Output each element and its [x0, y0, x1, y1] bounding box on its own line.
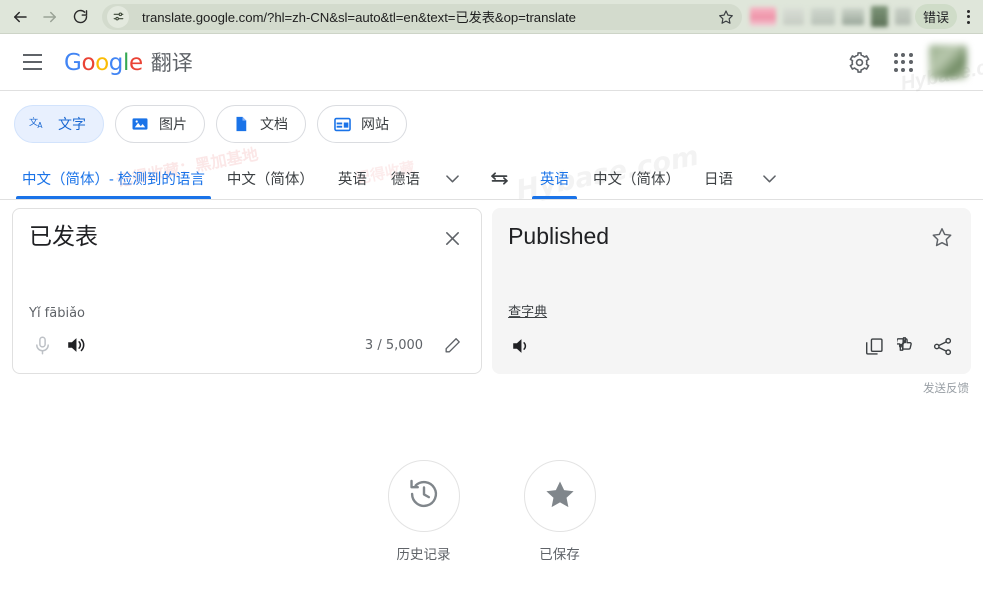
forward-button[interactable]: [36, 3, 64, 31]
mode-tab-website[interactable]: 网站: [317, 105, 407, 143]
website-icon: [332, 114, 352, 134]
bookmark-star-icon[interactable]: [714, 5, 738, 29]
target-panel-top: Published: [492, 208, 971, 301]
send-feedback-label: 发送反馈: [923, 381, 969, 395]
mode-tab-bar: 文 A 文字 图片 文档 网站: [0, 91, 983, 157]
translation-panes: 已发表 Yǐ fābiǎo 3 / 5,000 Published 查字典: [0, 200, 983, 374]
browser-toolbar: translate.google.com/?hl=zh-CN&sl=auto&t…: [0, 0, 983, 33]
reload-button[interactable]: [66, 3, 94, 31]
send-feedback-link[interactable]: 发送反馈: [0, 374, 983, 396]
source-panel: 已发表 Yǐ fābiǎo 3 / 5,000: [12, 208, 483, 374]
mode-tab-label: 文档: [260, 116, 288, 132]
source-lang-label: 中文（简体）: [226, 171, 314, 188]
main-menu-icon[interactable]: [10, 40, 54, 84]
svg-text:A: A: [37, 121, 43, 130]
extension-icon-3[interactable]: [810, 8, 835, 25]
source-lang-tab-zh[interactable]: 中文（简体）: [215, 157, 326, 199]
app-header: Google 翻译: [0, 34, 983, 90]
target-lang-label: 英语: [540, 171, 569, 188]
error-chip-label: 错误: [922, 10, 949, 25]
extension-icon-6[interactable]: [894, 8, 911, 25]
source-lang-label: 德语: [390, 171, 420, 188]
extension-icons: [749, 6, 913, 27]
target-panel: Published 查字典: [492, 208, 971, 374]
mode-tab-label: 文字: [58, 116, 86, 132]
saved-action[interactable]: 已保存: [523, 460, 596, 563]
source-lang-tab-de[interactable]: 德语: [379, 157, 432, 199]
target-actions: [492, 330, 971, 374]
target-lang-label: 中文（简体）: [593, 171, 680, 188]
logo-letter-g1: G: [64, 50, 82, 76]
error-chip[interactable]: 错误: [914, 4, 957, 29]
extension-icon-5[interactable]: [870, 6, 888, 27]
save-translation-star-icon[interactable]: [929, 224, 955, 250]
character-count: 3 / 5,000: [364, 337, 424, 353]
source-romanization: Yǐ fābiǎo: [29, 306, 86, 321]
product-name: 翻译: [150, 52, 193, 75]
text-translate-icon: 文 A: [29, 114, 49, 134]
target-lang-tab-en[interactable]: 英语: [528, 157, 581, 199]
swap-languages-icon[interactable]: [480, 159, 518, 197]
google-apps-icon[interactable]: [883, 42, 923, 82]
history-button[interactable]: [387, 460, 460, 532]
avatar[interactable]: [929, 45, 967, 79]
logo-letter-g2: g: [108, 50, 124, 76]
source-lang-tab-en[interactable]: 英语: [326, 157, 379, 199]
logo-letter-o1: o: [81, 50, 96, 76]
image-icon: [130, 114, 150, 134]
history-label: 历史记录: [396, 547, 451, 563]
source-lang-tab-detected[interactable]: 中文（简体）- 检测到的语言: [12, 157, 215, 199]
google-wordmark: Google: [64, 50, 143, 76]
source-lang-label: 英语: [337, 171, 367, 188]
settings-gear-icon[interactable]: [839, 42, 879, 82]
mode-tab-label: 图片: [159, 116, 187, 132]
listen-translation-icon[interactable]: [504, 329, 538, 363]
url-text[interactable]: translate.google.com/?hl=zh-CN&sl=auto&t…: [129, 7, 714, 26]
source-lang-label: 中文（简体）- 检测到的语言: [22, 171, 205, 188]
source-text-input[interactable]: 已发表: [29, 223, 439, 306]
target-language-group: 英语 中文（简体） 日语: [528, 157, 789, 199]
history-action[interactable]: 历史记录: [387, 460, 460, 563]
target-lang-chevron-down-icon[interactable]: [749, 158, 789, 198]
logo-letter-o2: o: [95, 50, 109, 76]
listen-source-icon[interactable]: [59, 328, 93, 362]
source-lang-chevron-down-icon[interactable]: [436, 158, 470, 198]
source-panel-top: 已发表: [13, 209, 481, 306]
target-lang-label: 日语: [704, 171, 733, 188]
rate-translation-icon[interactable]: [891, 329, 925, 363]
logo-letter-e: e: [128, 50, 143, 76]
saved-label: 已保存: [539, 547, 580, 563]
microphone-icon[interactable]: [25, 328, 59, 362]
extension-icon-4[interactable]: [841, 8, 864, 25]
target-lang-tab-zh[interactable]: 中文（简体）: [581, 157, 692, 199]
handwrite-pencil-icon[interactable]: [435, 328, 469, 362]
mode-tab-image[interactable]: 图片: [115, 105, 205, 143]
star-filled-icon: [544, 478, 576, 515]
source-actions: 3 / 5,000: [13, 329, 481, 373]
saved-button[interactable]: [523, 460, 596, 532]
share-translation-icon[interactable]: [925, 329, 959, 363]
chrome-menu-icon[interactable]: [959, 9, 977, 24]
swap-languages-wrapper: [470, 157, 528, 199]
copy-translation-icon[interactable]: [857, 329, 891, 363]
brand-logo: Google 翻译: [64, 47, 193, 77]
mode-tab-text[interactable]: 文 A 文字: [14, 105, 104, 143]
translate-page: Hybase.com Hybase.com 记得收藏：黑加基地 记得收藏 记得收…: [0, 34, 983, 590]
mode-tab-label: 网站: [361, 116, 389, 132]
dictionary-link[interactable]: 查字典: [492, 301, 563, 320]
language-bar: 中文（简体）- 检测到的语言 中文（简体） 英语 德语 英语 中文（简体） 日语: [0, 157, 983, 200]
address-bar[interactable]: translate.google.com/?hl=zh-CN&sl=auto&t…: [102, 3, 742, 30]
document-icon: [231, 114, 251, 134]
target-lang-tab-ja[interactable]: 日语: [692, 157, 745, 199]
mode-tab-document[interactable]: 文档: [216, 105, 306, 143]
site-info-icon[interactable]: [107, 5, 129, 28]
history-icon: [407, 477, 441, 516]
back-button[interactable]: [6, 3, 34, 31]
source-language-group: 中文（简体）- 检测到的语言 中文（简体） 英语 德语: [0, 157, 470, 199]
translated-text: Published: [508, 223, 610, 249]
extension-icon-1[interactable]: [749, 7, 776, 26]
extension-icon-2[interactable]: [782, 8, 804, 25]
bottom-action-bar: 历史记录 已保存: [0, 460, 983, 563]
clear-source-icon[interactable]: [439, 225, 465, 251]
